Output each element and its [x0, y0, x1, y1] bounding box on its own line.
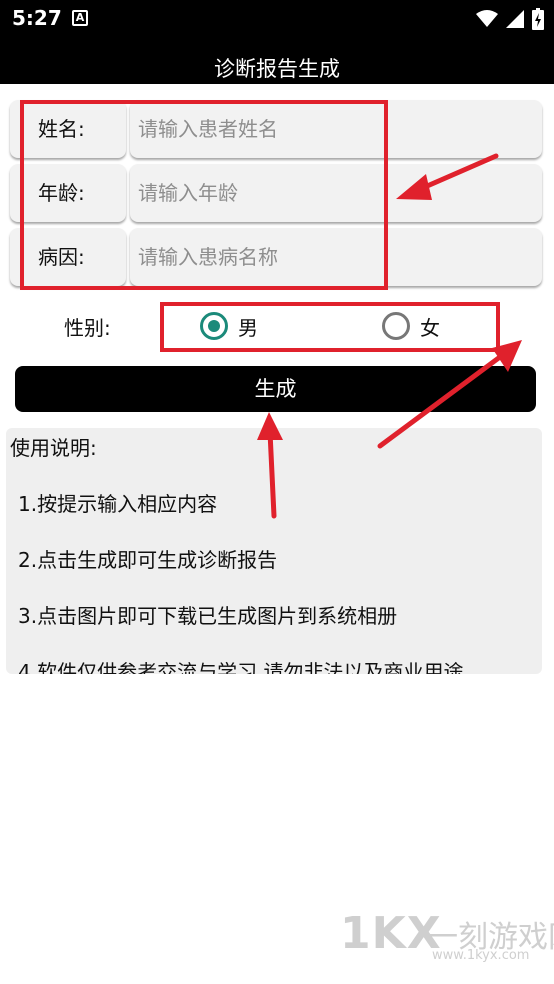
instruction-item: 2.点击生成即可生成诊断报告: [18, 548, 278, 572]
name-label: 姓名:: [10, 100, 126, 158]
instructions-panel[interactable]: 使用说明: 1.按提示输入相应内容 2.点击生成即可生成诊断报告 3.点击图片即…: [6, 428, 542, 674]
instruction-item: 1.按提示输入相应内容: [18, 492, 218, 516]
signal-icon: [506, 10, 524, 28]
instruction-item: 4.软件仅供参考交流与学习,请勿非法以及商业用途: [18, 660, 464, 674]
radio-checked-icon: [200, 312, 228, 340]
name-row: 姓名:: [10, 100, 542, 162]
watermark: 1KX 一刻游戏网 www.1kyx.com: [340, 908, 554, 963]
gender-female-radio[interactable]: 女: [382, 310, 440, 342]
wifi-icon: [476, 10, 498, 27]
age-label: 年龄:: [10, 164, 126, 222]
notification-icon: A: [72, 10, 88, 26]
generate-button[interactable]: 生成: [15, 366, 536, 412]
status-time: 5:27: [12, 6, 62, 30]
gender-label: 性别:: [64, 316, 111, 340]
instruction-item: 3.点击图片即可下载已生成图片到系统相册: [18, 604, 398, 628]
status-icons: [476, 8, 544, 30]
gender-male-label: 男: [238, 315, 258, 340]
age-row: 年龄:: [10, 164, 542, 226]
disease-label: 病因:: [10, 228, 126, 286]
app-title-bar: 诊断报告生成: [0, 36, 554, 84]
battery-charging-icon: [532, 8, 544, 30]
watermark-url: www.1kyx.com: [432, 948, 530, 963]
age-input[interactable]: [130, 164, 542, 222]
gender-male-radio[interactable]: 男: [200, 310, 258, 342]
name-input[interactable]: [130, 100, 542, 158]
radio-unchecked-icon: [382, 312, 410, 340]
gender-female-label: 女: [420, 315, 440, 340]
status-bar: 5:27 A: [0, 0, 554, 36]
disease-input[interactable]: [130, 228, 542, 286]
disease-row: 病因:: [10, 228, 542, 290]
watermark-logo: 1KX: [340, 908, 442, 959]
instructions-heading: 使用说明:: [10, 436, 97, 460]
page-title: 诊断报告生成: [214, 57, 340, 81]
